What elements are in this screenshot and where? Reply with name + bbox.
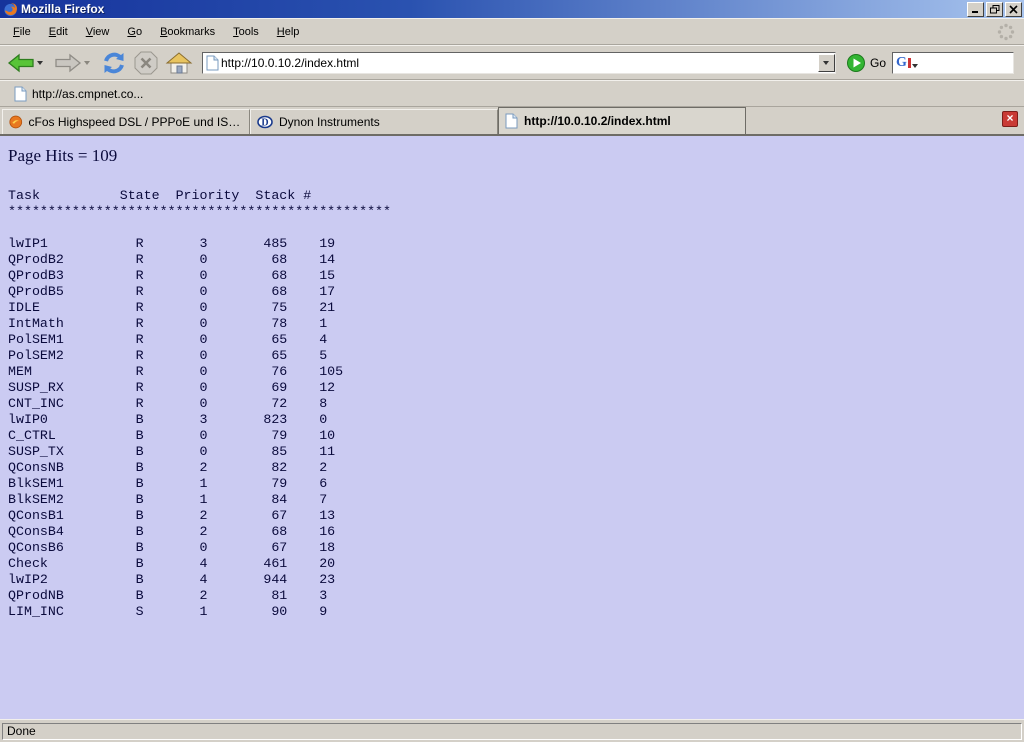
- menu-bar-items: FileEditViewGoBookmarksToolsHelp: [4, 23, 308, 41]
- reload-icon: [101, 50, 127, 76]
- window-title: Mozilla Firefox: [21, 2, 965, 16]
- minimize-button[interactable]: [967, 2, 984, 17]
- tab-strip: cFos Highspeed DSL / PPPoE und ISDN CAP.…: [0, 107, 1024, 136]
- firefox-icon: [3, 2, 18, 17]
- menu-bar: FileEditViewGoBookmarksToolsHelp: [0, 18, 1024, 45]
- home-icon: [165, 51, 193, 75]
- bookmarks-toolbar: http://as.cmpnet.co...: [0, 80, 1024, 107]
- status-text: Done: [7, 724, 36, 738]
- google-icon[interactable]: G: [896, 56, 907, 70]
- page-content: Page Hits = 109 Task State Priority Stac…: [0, 136, 1024, 719]
- home-button[interactable]: [164, 50, 194, 76]
- nav-toolbar: Go G: [0, 45, 1024, 80]
- bookmark-item[interactable]: http://as.cmpnet.co...: [8, 84, 149, 104]
- dynon-icon: D: [257, 114, 273, 130]
- tab-label: cFos Highspeed DSL / PPPoE und ISDN CAP.…: [29, 115, 243, 129]
- tab-dynon[interactable]: D Dynon Instruments: [250, 109, 498, 134]
- go-button[interactable]: Go: [846, 53, 886, 73]
- url-dropdown-button[interactable]: [818, 54, 835, 72]
- page-icon: [505, 113, 518, 129]
- menu-item-edit[interactable]: Edit: [40, 23, 77, 41]
- task-table: Task State Priority Stack # ************…: [8, 188, 1016, 620]
- menu-item-file[interactable]: File: [4, 23, 40, 41]
- status-bar: Done: [0, 719, 1024, 742]
- restore-button[interactable]: [986, 2, 1003, 17]
- page-hits-text: Page Hits = 109: [8, 146, 1016, 166]
- close-button[interactable]: [1005, 2, 1022, 17]
- throbber-icon: [996, 22, 1016, 42]
- menu-item-go[interactable]: Go: [118, 23, 151, 41]
- page-icon: [14, 86, 27, 102]
- svg-text:D: D: [261, 118, 268, 129]
- bookmark-label: http://as.cmpnet.co...: [32, 87, 143, 101]
- forward-icon: [54, 51, 82, 75]
- url-input[interactable]: [219, 56, 818, 70]
- tab-label: http://10.0.10.2/index.html: [524, 114, 671, 128]
- tab-close-button[interactable]: ×: [1002, 111, 1018, 127]
- google-icon-accent: [908, 58, 911, 68]
- restore-icon: [990, 5, 1000, 14]
- menu-item-bookmarks[interactable]: Bookmarks: [151, 23, 224, 41]
- minimize-icon: [971, 5, 980, 14]
- back-icon: [7, 51, 35, 75]
- stop-icon: [133, 50, 159, 76]
- tab-label: Dynon Instruments: [279, 115, 380, 129]
- forward-dropdown-caret[interactable]: [84, 61, 90, 65]
- reload-button[interactable]: [100, 49, 128, 77]
- url-bar[interactable]: [202, 52, 836, 74]
- cfos-icon: [9, 114, 23, 130]
- back-button[interactable]: [6, 50, 49, 76]
- tab-cfos[interactable]: cFos Highspeed DSL / PPPoE und ISDN CAP.…: [2, 109, 250, 134]
- go-button-label: Go: [870, 56, 886, 70]
- search-engine-caret[interactable]: [912, 64, 918, 68]
- url-dropdown-caret: [823, 61, 829, 65]
- menu-item-help[interactable]: Help: [268, 23, 309, 41]
- forward-button[interactable]: [53, 50, 96, 76]
- back-dropdown-caret[interactable]: [37, 61, 43, 65]
- tab-index-html[interactable]: http://10.0.10.2/index.html: [498, 107, 746, 134]
- status-panel: Done: [2, 723, 1022, 740]
- close-icon: [1009, 5, 1018, 14]
- search-box[interactable]: G: [892, 52, 1014, 74]
- menu-item-view[interactable]: View: [77, 23, 119, 41]
- page-icon: [206, 55, 219, 71]
- search-input[interactable]: [920, 55, 1010, 71]
- stop-button[interactable]: [132, 49, 160, 77]
- browser-window: Mozilla Firefox FileEditViewGoBookmarksT…: [0, 0, 1024, 742]
- title-bar: Mozilla Firefox: [0, 0, 1024, 18]
- go-icon: [846, 53, 866, 73]
- menu-item-tools[interactable]: Tools: [224, 23, 268, 41]
